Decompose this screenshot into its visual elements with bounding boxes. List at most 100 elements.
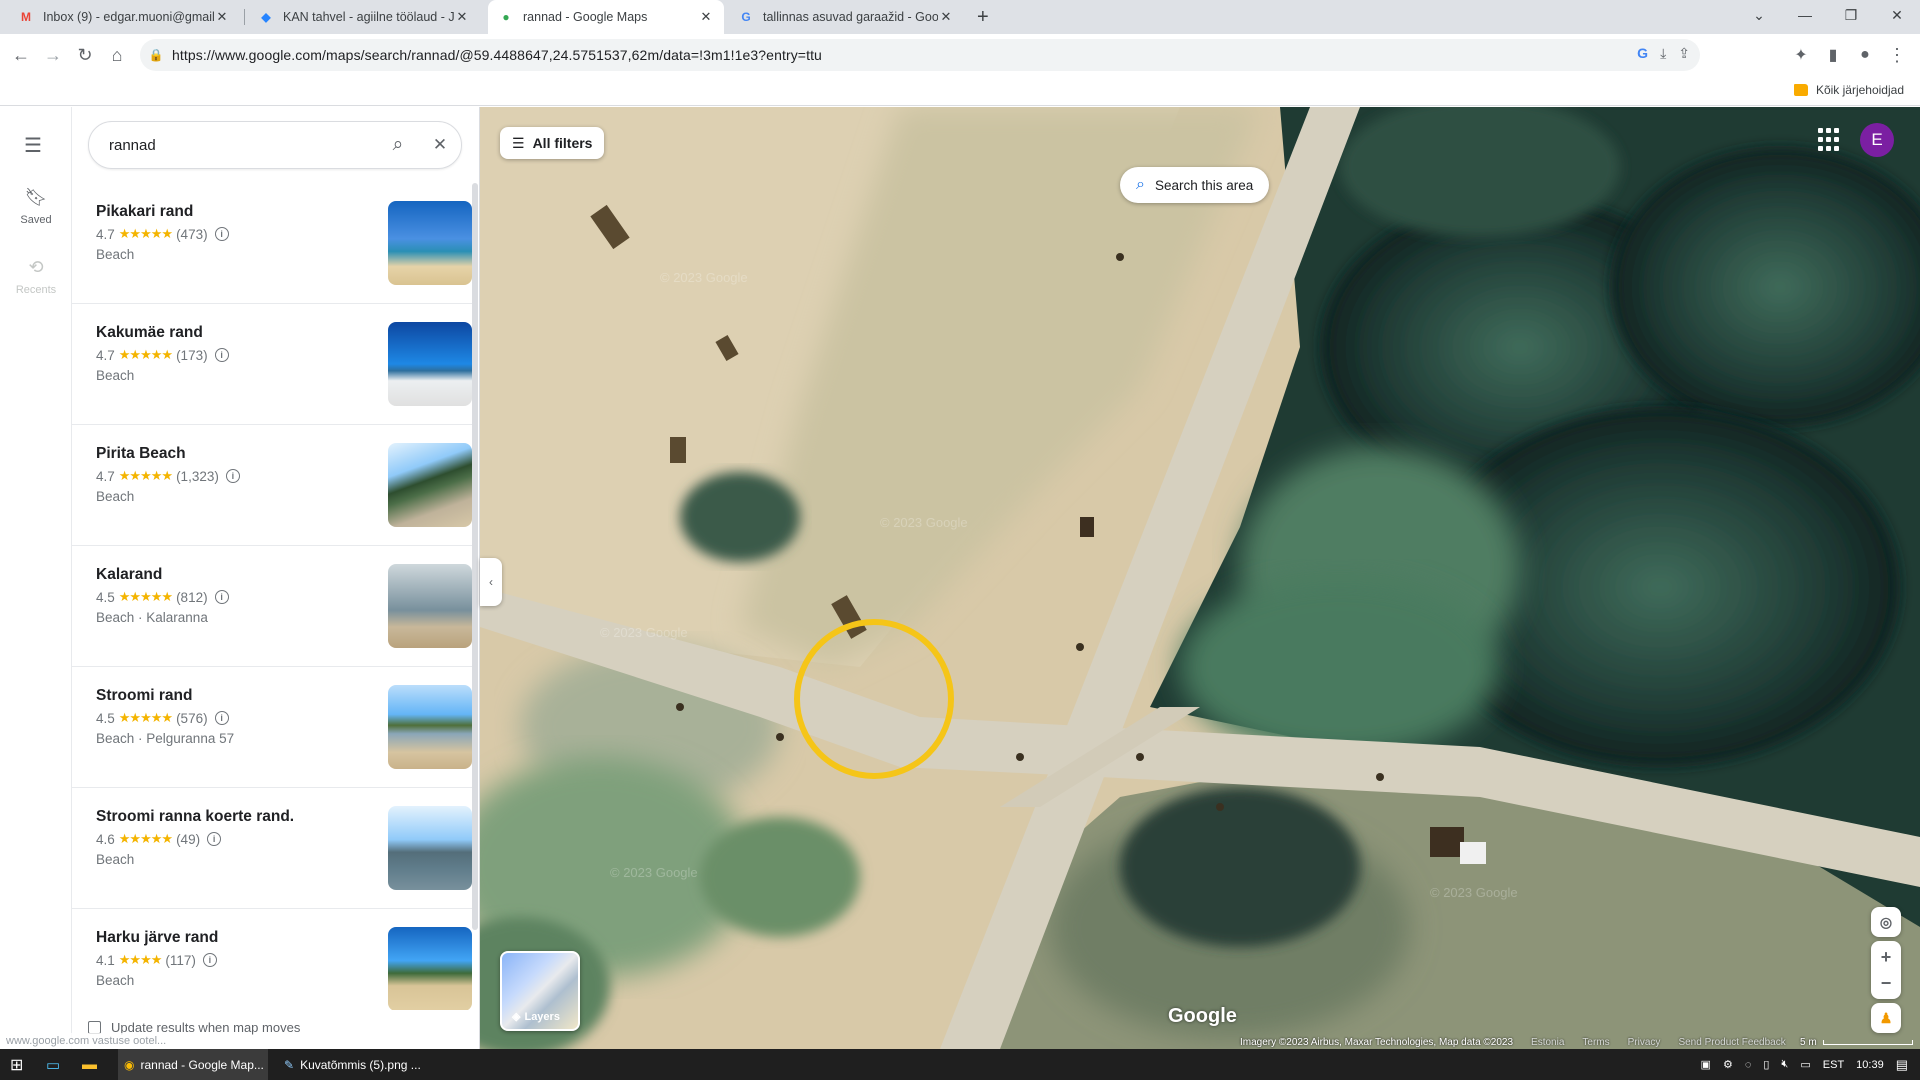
minimize-icon[interactable]: — (1782, 0, 1828, 30)
zoom-controls: + − (1871, 941, 1901, 999)
close-tab-icon[interactable]: ✕ (214, 9, 230, 25)
satellite-imagery[interactable]: © 2023 Google © 2023 Google © 2023 Googl… (480, 107, 1920, 1049)
volume-icon[interactable]: 🔇︎ (1781, 1058, 1788, 1071)
install-icon[interactable]: ⤓ (1660, 45, 1666, 62)
search-box[interactable]: rannad ⌕ ✕ (88, 121, 462, 169)
tray-icon[interactable]: ⚙ (1723, 1058, 1733, 1071)
google-icon: G (741, 10, 751, 24)
clear-search-icon[interactable]: ✕ (419, 135, 461, 155)
scale-bar (1822, 1040, 1913, 1045)
region-link[interactable]: Estonia (1531, 1037, 1564, 1049)
stars-icon: ★★★★★ (118, 710, 173, 725)
result-pirita-beach[interactable]: Pirita Beach 4.7 ★★★★★ (1,323) i Beach (72, 425, 472, 546)
new-tab-button[interactable]: + (974, 0, 1000, 34)
result-stroomi-ranna-koerte-rand[interactable]: Stroomi ranna koerte rand. 4.6 ★★★★★ (49) i… (72, 788, 472, 909)
place-photo[interactable] (388, 685, 472, 769)
feedback-link[interactable]: Send Product Feedback (1678, 1037, 1785, 1049)
forward-icon[interactable]: → (40, 42, 66, 68)
collapse-panel-button[interactable]: ‹ (480, 558, 502, 606)
zoom-out-button[interactable]: − (1881, 970, 1892, 996)
taskbar-photos[interactable]: ✎ Kuvatõmmis (5).png ... (278, 1049, 428, 1080)
map-watermark: © 2023 Google (880, 515, 968, 530)
notifications-icon[interactable]: ▤ (1896, 1057, 1908, 1073)
info-icon[interactable]: i (202, 953, 217, 967)
tray-icon[interactable]: ▣ (1701, 1058, 1711, 1071)
close-tab-icon[interactable]: ✕ (698, 9, 714, 25)
recents-button[interactable]: ⟲ Recents (0, 257, 72, 296)
back-icon[interactable]: ← (8, 42, 34, 68)
chrome-menu-icon[interactable]: ⋮ (1884, 42, 1910, 68)
place-photo[interactable] (388, 443, 472, 527)
place-photo[interactable] (388, 201, 472, 285)
language-indicator[interactable]: EST (1823, 1059, 1844, 1071)
google-lens-icon[interactable]: G (1637, 45, 1648, 62)
map-scale[interactable]: 5 m (1800, 1037, 1913, 1048)
saved-button[interactable]: 🔖︎ Saved (0, 187, 72, 226)
result-harku-jarve-rand[interactable]: Harku järve rand 4.1 ★★★★ (117) i Beach (72, 909, 472, 1010)
terms-link[interactable]: Terms (1582, 1037, 1609, 1049)
lock-icon: 🔒 (148, 48, 164, 62)
tab-maps[interactable]: ● rannad - Google Maps ✕ (488, 0, 724, 34)
home-icon[interactable]: ⌂ (104, 42, 130, 68)
share-icon[interactable]: ⇪ (1678, 45, 1690, 62)
close-tab-icon[interactable]: ✕ (454, 9, 470, 25)
search-icon[interactable]: ⌕ (377, 134, 419, 156)
windows-taskbar: ⊞ ▭ ▬ ◉ rannad - Google Map... ✎ Kuvatõm… (0, 1049, 1920, 1080)
map-watermark: © 2023 Google (600, 625, 688, 640)
result-kalarand[interactable]: Kalarand 4.5 ★★★★★ (812) i Beach · Kalarann… (72, 546, 472, 667)
place-photo[interactable] (388, 806, 472, 890)
close-tab-icon[interactable]: ✕ (938, 9, 954, 25)
search-input[interactable]: rannad (109, 137, 377, 154)
info-icon[interactable]: i (214, 711, 229, 725)
extensions-icon[interactable]: ✦ (1788, 42, 1814, 68)
tray-icon[interactable]: ◌ (1745, 1059, 1752, 1071)
results-list[interactable]: Pikakari rand 4.7 ★★★★★ (473) i Beach Kakum… (72, 183, 472, 1010)
menu-icon[interactable]: ☰ (24, 133, 44, 158)
satellite-map[interactable]: © 2023 Google © 2023 Google © 2023 Googl… (480, 107, 1920, 1049)
start-button[interactable]: ⊞ (10, 1049, 23, 1080)
privacy-link[interactable]: Privacy (1628, 1037, 1661, 1049)
result-pikakari-rand[interactable]: Pikakari rand 4.7 ★★★★★ (473) i Beach (72, 183, 472, 304)
taskbar-chrome[interactable]: ◉ rannad - Google Map... (118, 1049, 268, 1080)
google-apps-icon[interactable] (1818, 128, 1842, 152)
info-icon[interactable]: i (214, 590, 229, 604)
clock[interactable]: 10:39 (1856, 1059, 1884, 1071)
address-bar[interactable]: 🔒 https://www.google.com/maps/search/ran… (140, 39, 1700, 71)
stars-icon: ★★★★★ (118, 226, 173, 241)
info-icon[interactable]: i (214, 227, 229, 241)
profile-icon[interactable]: ● (1852, 42, 1878, 68)
tab-jira[interactable]: ◆ KAN tahvel - agiilne töölaud - Ji ✕ (248, 0, 480, 34)
restore-icon[interactable]: ❐ (1828, 0, 1874, 30)
battery-icon[interactable]: ▯ (1763, 1058, 1769, 1071)
result-kakumae-rand[interactable]: Kakumäe rand 4.7 ★★★★★ (173) i Beach (72, 304, 472, 425)
result-stroomi-rand[interactable]: Stroomi rand 4.5 ★★★★★ (576) i Beach · Pelg… (72, 667, 472, 788)
maps-rail: ☰ 🔖︎ Saved ⟲ Recents (0, 107, 72, 1049)
tab-gmail[interactable]: M Inbox (9) - edgar.muoni@gmail. ✕ (8, 0, 240, 34)
results-scrollbar[interactable] (472, 183, 478, 930)
file-explorer-icon[interactable]: ▬ (82, 1049, 97, 1080)
place-photo[interactable] (388, 564, 472, 648)
stars-icon: ★★★★★ (118, 468, 173, 483)
pegman-icon[interactable]: ♟ (1871, 1003, 1901, 1033)
info-icon[interactable]: i (214, 348, 229, 362)
all-filters-button[interactable]: ☰ All filters (500, 127, 605, 159)
tab-search-icon[interactable]: ⌄ (1736, 0, 1782, 30)
search-this-area-button[interactable]: ⌕ Search this area (1120, 167, 1270, 203)
all-bookmarks-button[interactable]: Kõik järjehoidjad (1793, 83, 1904, 97)
stars-icon: ★★★★★ (118, 589, 173, 604)
info-icon[interactable]: i (225, 469, 240, 483)
zoom-in-button[interactable]: + (1881, 944, 1892, 970)
info-icon[interactable]: i (207, 832, 222, 846)
avatar[interactable]: E (1860, 123, 1894, 157)
close-window-icon[interactable]: ✕ (1874, 0, 1920, 30)
desktop-icon[interactable]: ▭ (46, 1049, 60, 1080)
place-photo[interactable] (388, 322, 472, 406)
my-location-button[interactable]: ◎ (1871, 907, 1901, 937)
side-panel-icon[interactable]: ▮ (1820, 42, 1846, 68)
layers-button[interactable]: ◈ Layers (500, 951, 580, 1031)
tab-google-search[interactable]: G tallinnas asuvad garaažid - Goog ✕ (728, 0, 964, 34)
reload-icon[interactable]: ↻ (72, 42, 98, 68)
network-icon[interactable]: ▭ (1800, 1058, 1810, 1071)
place-photo[interactable] (388, 927, 472, 1010)
map-watermark: © 2023 Google (610, 865, 698, 880)
